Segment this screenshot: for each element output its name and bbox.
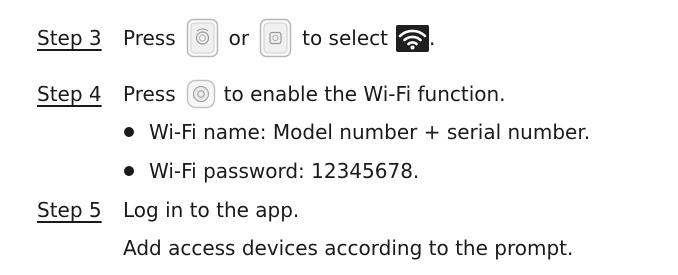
step-3-label: Step 3 [37, 26, 102, 50]
wifi-icon [395, 24, 429, 52]
wifi-password-text: Wi-Fi password: 12345678. [149, 159, 420, 183]
step-4-text: Press to enable the Wi-Fi function. [123, 79, 506, 109]
bullet-dot [124, 127, 134, 137]
step-3-period: . [428, 26, 436, 50]
rotate-left-button-icon [186, 18, 219, 58]
step-5-line-1: Log in to the app. [123, 198, 300, 222]
confirm-button-icon [186, 79, 216, 109]
step-4-press-text: Press [123, 82, 176, 106]
step-5-line-2: Add access devices according to the prom… [123, 236, 574, 260]
step-3-text: Press or to select . [123, 18, 435, 58]
wifi-name-text: Wi-Fi name: Model number + serial number… [149, 120, 591, 144]
step-3-select-text: to select [302, 26, 388, 50]
bullet-dot [124, 166, 134, 176]
step-3-or-text: or [228, 26, 250, 50]
step-5-label: Step 5 [37, 198, 102, 222]
step-4-label: Step 4 [37, 82, 102, 106]
step-3-press-text: Press [123, 26, 176, 50]
step-4-enable-text: to enable the Wi-Fi function. [223, 82, 506, 106]
rotate-right-button-icon [259, 18, 292, 58]
